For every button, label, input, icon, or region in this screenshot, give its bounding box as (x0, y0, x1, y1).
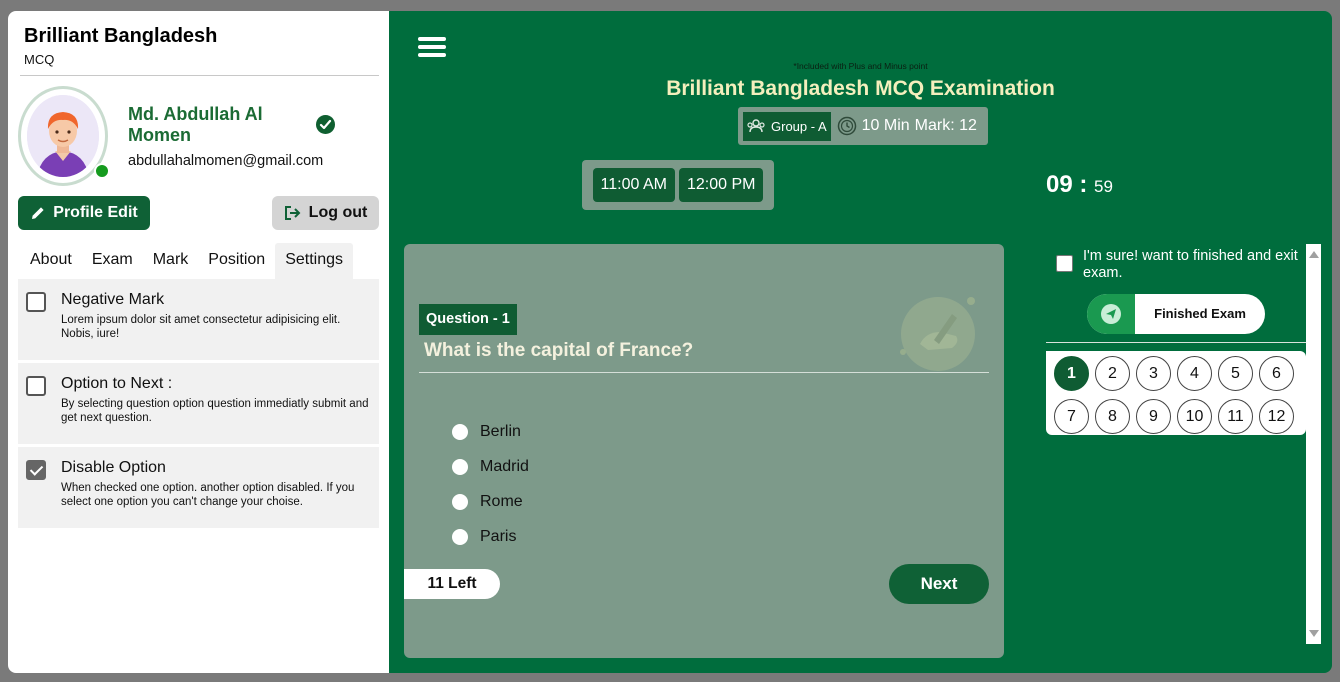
question-number-badge: Question - 1 (419, 304, 517, 335)
question-navigator: 1 2 3 4 5 6 7 8 9 10 11 12 (1046, 351, 1306, 435)
setting-description: Lorem ipsum dolor sit amet consectetur a… (61, 314, 341, 340)
setting-title: Option to Next : (61, 375, 173, 392)
send-icon (1101, 304, 1121, 324)
countdown-minutes: 09 (1046, 171, 1073, 198)
scroll-down-arrow-icon[interactable] (1309, 630, 1319, 637)
setting-option-to-next: Option to Next : By selecting question o… (18, 363, 379, 444)
setting-disable-option: Disable Option When checked one option. … (18, 447, 379, 528)
verified-check-icon (316, 115, 335, 134)
tab-about[interactable]: About (20, 243, 82, 279)
question-nav-button[interactable]: 9 (1136, 399, 1171, 434)
option-radio[interactable] (452, 493, 468, 510)
option-label: Madrid (480, 457, 529, 475)
start-time: 11:00 AM (592, 168, 675, 202)
divider (1046, 342, 1306, 343)
end-time: 12:00 PM (678, 168, 764, 202)
finish-exam-label: Finished Exam (1154, 306, 1246, 321)
exam-title: Brilliant Bangladesh MCQ Examination (666, 77, 1055, 100)
pencil-icon (32, 207, 44, 219)
user-avatar-icon (27, 95, 99, 177)
answer-options: Berlin Madrid Rome Paris (452, 414, 529, 554)
setting-description: By selecting question option question im… (61, 398, 369, 424)
option-label: Rome (480, 492, 523, 510)
sidebar-tabs: About Exam Mark Position Settings (20, 243, 354, 279)
side-panel-scrollbar[interactable] (1306, 244, 1321, 644)
sidebar: Brilliant Bangladesh MCQ Md. Abdullah Al… (8, 11, 389, 673)
question-nav-button[interactable]: 4 (1177, 356, 1212, 391)
group-icon (747, 119, 765, 133)
send-icon-wrap (1087, 294, 1135, 334)
question-nav-button[interactable]: 11 (1218, 399, 1253, 434)
writing-hand-icon (900, 297, 975, 371)
question-nav-button[interactable]: 12 (1259, 399, 1294, 434)
avatar-image (27, 95, 99, 177)
exam-meta-bar: Group - A 10 Min Mark: 12 (738, 107, 988, 145)
answer-option[interactable]: Paris (452, 519, 529, 554)
tab-mark[interactable]: Mark (143, 243, 199, 279)
questions-left-badge: 11 Left (404, 569, 500, 599)
finish-confirm-label: I'm sure! want to finished and exit exam… (1083, 248, 1298, 281)
group-badge: Group - A (743, 111, 831, 141)
setting-description: When checked one option. another option … (61, 482, 355, 508)
countdown-separator: : (1079, 171, 1088, 198)
setting-title: Negative Mark (61, 291, 165, 308)
brand-title: Brilliant Bangladesh (24, 25, 218, 47)
tab-exam[interactable]: Exam (82, 243, 143, 279)
option-label: Berlin (480, 422, 521, 440)
countdown-seconds: 59 (1094, 177, 1113, 196)
mark-text: Mark: 12 (914, 117, 977, 134)
tab-settings[interactable]: Settings (275, 243, 354, 279)
exam-time-range: 11:00 AM 12:00 PM (582, 160, 774, 210)
setting-negative-mark: Negative Mark Lorem ipsum dolor sit amet… (18, 279, 379, 360)
setting-title: Disable Option (61, 459, 166, 476)
logout-label: Log out (308, 204, 368, 221)
settings-panel: Negative Mark Lorem ipsum dolor sit amet… (18, 279, 379, 531)
exam-main: *Included with Plus and Minus point Bril… (389, 11, 1332, 673)
answer-option[interactable]: Rome (452, 484, 529, 519)
question-card: Question - 1 What is the capital of Fran… (404, 244, 1004, 658)
disable-option-checkbox[interactable] (26, 460, 46, 480)
next-button[interactable]: Next (889, 564, 989, 604)
divider (419, 372, 989, 373)
negative-mark-checkbox[interactable] (26, 292, 46, 312)
user-name: Md. Abdullah Al Momen (128, 104, 263, 145)
user-email: abdullahalmomen@gmail.com (128, 153, 324, 169)
brand-subtitle: MCQ (24, 52, 55, 67)
finish-confirm-row: I'm sure! want to finished and exit exam… (1056, 248, 1306, 282)
divider (20, 75, 379, 76)
tab-position[interactable]: Position (198, 243, 275, 279)
finish-exam-button[interactable]: Finished Exam (1087, 294, 1265, 334)
profile-edit-button[interactable]: Profile Edit (18, 196, 150, 230)
answer-option[interactable]: Madrid (452, 449, 529, 484)
scroll-up-arrow-icon[interactable] (1309, 251, 1319, 258)
question-nav-button[interactable]: 1 (1054, 356, 1089, 391)
question-nav-button[interactable]: 2 (1095, 356, 1130, 391)
question-nav-button[interactable]: 8 (1095, 399, 1130, 434)
online-status-indicator (94, 163, 110, 179)
countdown-timer: 09 : 59 (1046, 171, 1113, 199)
option-radio[interactable] (452, 423, 468, 440)
option-label: Paris (480, 527, 517, 545)
option-radio[interactable] (452, 528, 468, 545)
finish-confirm-checkbox[interactable] (1056, 255, 1073, 272)
logout-icon (284, 206, 301, 220)
clock-icon (837, 116, 856, 136)
question-nav-button[interactable]: 6 (1259, 356, 1294, 391)
logout-button[interactable]: Log out (272, 196, 379, 230)
exam-duration-mark: 10 Min Mark: 12 (837, 116, 977, 136)
exam-note: *Included with Plus and Minus point (793, 61, 928, 71)
profile-edit-label: Profile Edit (53, 204, 138, 221)
question-nav-button[interactable]: 7 (1054, 399, 1089, 434)
option-to-next-checkbox[interactable] (26, 376, 46, 396)
answer-option[interactable]: Berlin (452, 414, 529, 449)
question-nav-button[interactable]: 3 (1136, 356, 1171, 391)
question-nav-button[interactable]: 5 (1218, 356, 1253, 391)
question-nav-button[interactable]: 10 (1177, 399, 1212, 434)
exam-side-panel: I'm sure! want to finished and exit exam… (1046, 244, 1309, 644)
option-radio[interactable] (452, 458, 468, 475)
question-text: What is the capital of France? (424, 340, 694, 361)
duration-text: 10 Min (861, 117, 910, 134)
group-label: Group - A (771, 118, 827, 134)
